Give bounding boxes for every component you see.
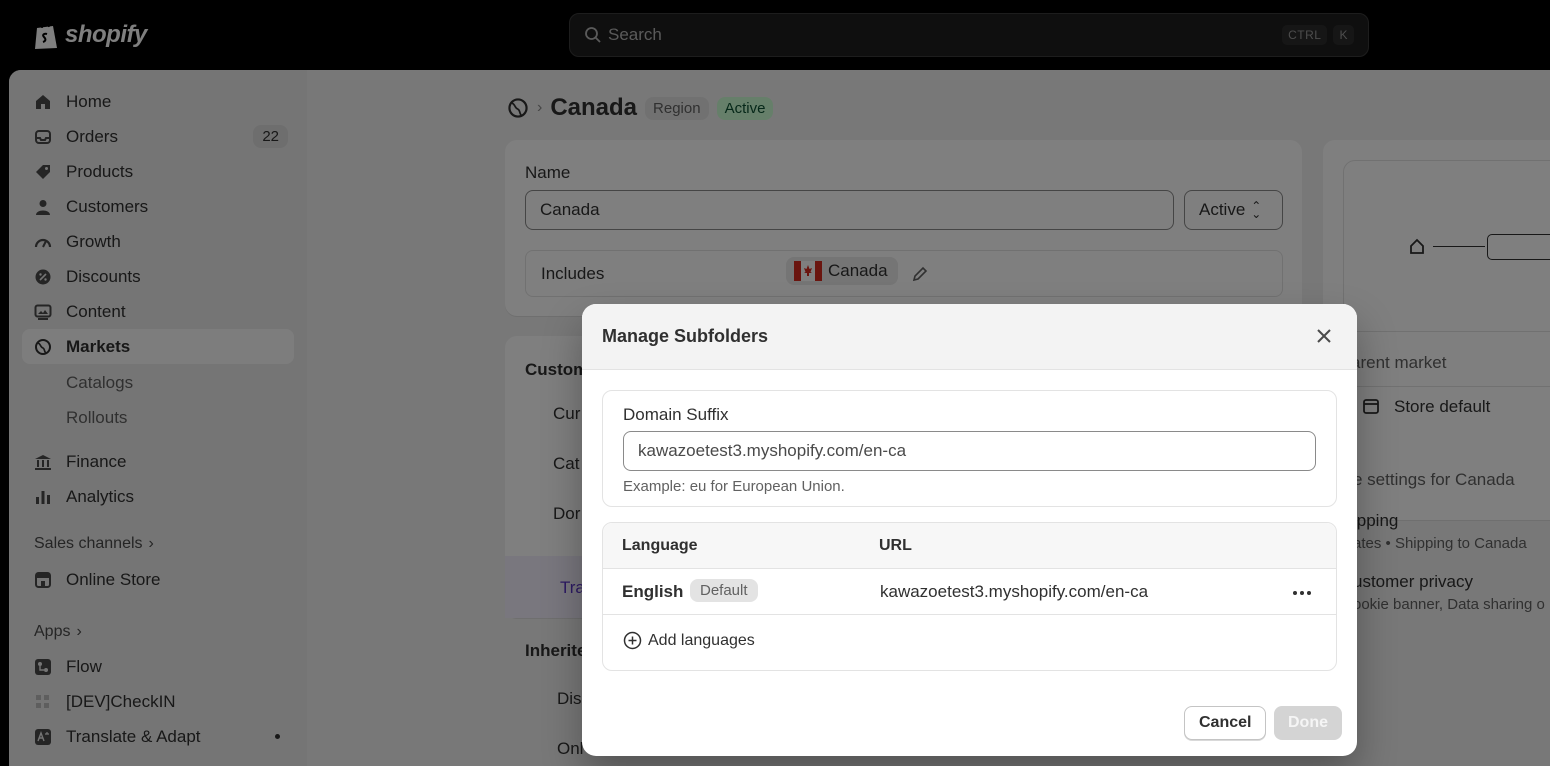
- domain-suffix-help: Example: eu for European Union.: [623, 478, 845, 495]
- cancel-button[interactable]: Cancel: [1184, 706, 1267, 740]
- domain-suffix-label: Domain Suffix: [623, 405, 729, 424]
- url-cell: kawazoetest3.myshopify.com/en-ca: [880, 582, 1149, 601]
- manage-subfolders-modal: Manage Subfolders Domain Suffix kawazoet…: [582, 304, 1357, 756]
- table-header: Language URL: [603, 523, 1336, 569]
- plus-circle-icon: [623, 631, 642, 650]
- column-header-url: URL: [879, 537, 912, 554]
- language-cell: English: [622, 582, 684, 601]
- table-row: English Default kawazoetest3.myshopify.c…: [603, 569, 1336, 615]
- done-button[interactable]: Done: [1274, 706, 1342, 740]
- modal-header: Manage Subfolders: [582, 304, 1357, 370]
- add-languages-button[interactable]: Add languages: [623, 631, 755, 650]
- more-actions-icon[interactable]: [1290, 581, 1314, 605]
- languages-table: Language URL English Default kawazoetest…: [602, 522, 1337, 671]
- add-languages-label: Add languages: [648, 631, 755, 649]
- column-header-language: Language: [622, 537, 698, 554]
- domain-suffix-input[interactable]: kawazoetest3.myshopify.com/en-ca: [623, 431, 1316, 471]
- domain-suffix-section: Domain Suffix kawazoetest3.myshopify.com…: [602, 390, 1337, 507]
- close-icon[interactable]: [1313, 325, 1335, 347]
- default-badge: Default: [690, 579, 758, 602]
- domain-suffix-value: kawazoetest3.myshopify.com/en-ca: [638, 441, 907, 460]
- modal-title: Manage Subfolders: [602, 326, 769, 346]
